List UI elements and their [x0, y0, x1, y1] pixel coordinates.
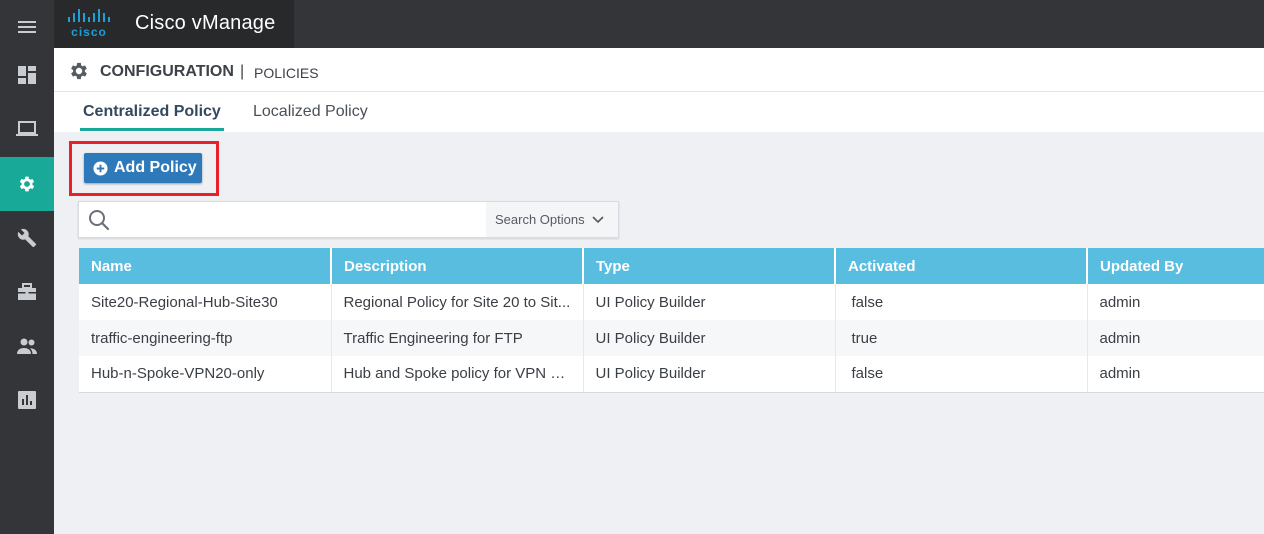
cell-activated: false [835, 284, 1088, 320]
search-icon [89, 210, 110, 231]
sidebar-item-analytics[interactable] [0, 373, 54, 427]
page-subtitle: POLICIES [254, 65, 319, 81]
policy-tabs: Centralized Policy Localized Policy [54, 92, 1264, 132]
table-row[interactable]: traffic-engineering-ftp Traffic Engineer… [79, 320, 1264, 356]
cell-updated-by: admin [1087, 356, 1264, 393]
cell-type: UI Policy Builder [583, 356, 836, 393]
search-options-dropdown[interactable]: Search Options [486, 202, 618, 237]
title-separator: | [240, 63, 245, 80]
cell-activated: true [835, 320, 1088, 356]
plus-circle-icon [93, 160, 108, 176]
users-icon [17, 338, 37, 354]
sidebar-item-administration[interactable] [0, 319, 54, 373]
dashboard-icon [18, 66, 36, 84]
left-sidebar [0, 0, 54, 534]
cell-description: Hub and Spoke policy for VPN 2... [331, 356, 584, 393]
cell-name: Hub-n-Spoke-VPN20-only [79, 356, 332, 393]
sidebar-item-maintenance[interactable] [0, 265, 54, 319]
gear-icon [19, 176, 35, 192]
tab-centralized-policy[interactable]: Centralized Policy [83, 103, 221, 121]
wrench-icon [17, 228, 37, 248]
page-title-bar: CONFIGURATION | POLICIES [54, 48, 1264, 92]
cell-name: traffic-engineering-ftp [79, 320, 332, 356]
app-title: Cisco vManage [135, 12, 276, 34]
search-options-label: Search Options [495, 212, 585, 227]
monitor-icon [16, 121, 38, 136]
column-header-description[interactable]: Description [331, 248, 584, 284]
cell-updated-by: admin [1087, 320, 1264, 356]
column-header-name[interactable]: Name [79, 248, 332, 284]
cell-activated: false [835, 356, 1088, 393]
cell-name: Site20-Regional-Hub-Site30 [79, 284, 332, 320]
sidebar-item-configuration[interactable] [0, 157, 54, 211]
cell-description: Traffic Engineering for FTP [331, 320, 584, 356]
gear-icon [71, 62, 87, 80]
policies-table: Name Description Type Activated Updated … [79, 248, 1264, 393]
sidebar-item-monitor[interactable] [0, 102, 54, 156]
chevron-down-icon [592, 215, 604, 223]
add-policy-button[interactable]: Add Policy [84, 153, 202, 183]
search-bar: Search Options [78, 201, 619, 238]
svg-text:cisco: cisco [71, 25, 107, 39]
page-title: CONFIGURATION [100, 63, 234, 80]
table-row[interactable]: Site20-Regional-Hub-Site30 Regional Poli… [79, 284, 1264, 320]
active-tab-indicator [80, 128, 224, 131]
sidebar-item-dashboard[interactable] [0, 48, 54, 102]
cell-description: Regional Policy for Site 20 to Sit... [331, 284, 584, 320]
brand-area[interactable]: cisco Cisco vManage [54, 0, 294, 48]
cell-type: UI Policy Builder [583, 320, 836, 356]
menu-toggle-button[interactable] [0, 0, 54, 54]
table-row[interactable]: Hub-n-Spoke-VPN20-only Hub and Spoke pol… [79, 356, 1264, 393]
add-policy-label: Add Policy [114, 159, 197, 176]
briefcase-icon [18, 283, 36, 300]
analytics-icon [18, 391, 36, 409]
cell-updated-by: admin [1087, 284, 1264, 320]
cell-type: UI Policy Builder [583, 284, 836, 320]
column-header-type[interactable]: Type [583, 248, 836, 284]
sidebar-item-tools[interactable] [0, 211, 54, 265]
cisco-logo-icon: cisco [68, 9, 110, 39]
column-header-updated-by[interactable]: Updated By [1087, 248, 1264, 284]
tab-localized-policy[interactable]: Localized Policy [253, 103, 368, 121]
hamburger-icon [18, 21, 36, 33]
column-header-activated[interactable]: Activated [835, 248, 1088, 284]
top-header: cisco Cisco vManage [54, 0, 1264, 48]
table-header-row: Name Description Type Activated Updated … [79, 248, 1264, 284]
